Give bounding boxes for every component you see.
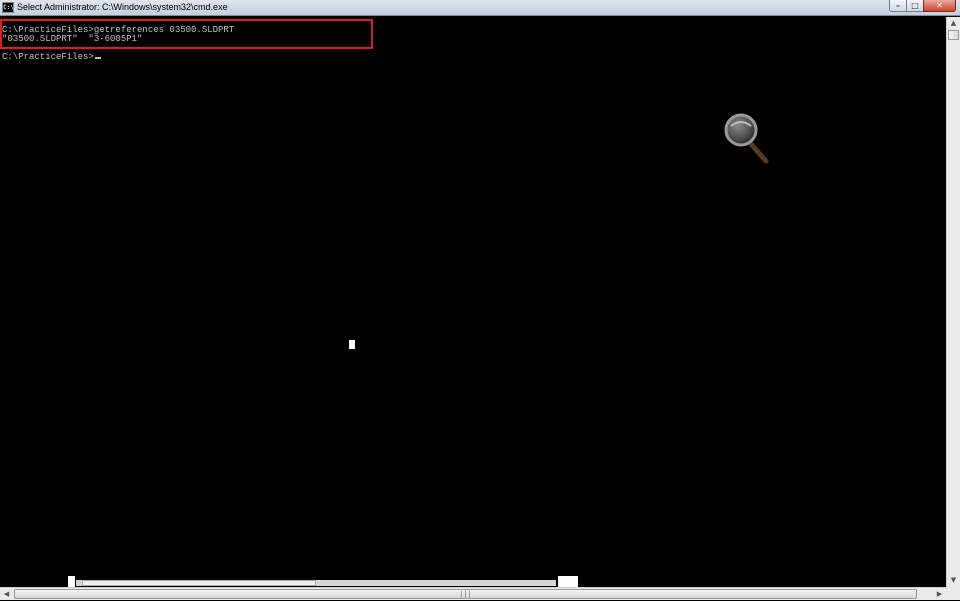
overlay-scroll-right-cap: [558, 576, 578, 587]
maximize-button[interactable]: □: [906, 0, 924, 12]
minimize-button[interactable]: –: [889, 0, 907, 12]
overlay-scroll-left-cap: [68, 576, 75, 587]
vertical-scroll-thumb[interactable]: [948, 30, 959, 40]
magnifier-icon: [724, 113, 769, 164]
scroll-grip-icon: |||: [459, 590, 472, 598]
console-line-result: "03500.SLDPRT" "3-6005P1": [2, 34, 143, 44]
console-output-area[interactable]: C:\PracticeFiles>getreferences 03500.SLD…: [0, 17, 946, 587]
scroll-left-arrow-icon[interactable]: ◀: [0, 588, 13, 601]
scroll-down-arrow-icon[interactable]: ▼: [947, 574, 960, 587]
scroll-up-arrow-icon[interactable]: ▲: [947, 17, 960, 30]
overlay-scrollbar-artifact: [68, 576, 578, 587]
horizontal-scrollbar[interactable]: ◀ ||| ▶: [0, 587, 946, 600]
window-title: Select Administrator: C:\Windows\system3…: [17, 2, 228, 12]
title-bar[interactable]: C:\ Select Administrator: C:\Windows\sys…: [0, 0, 960, 16]
mouse-pointer-block: [349, 340, 355, 349]
scroll-right-arrow-icon[interactable]: ▶: [933, 588, 946, 601]
horizontal-scroll-thumb[interactable]: |||: [14, 589, 917, 599]
overlay-scroll-thumb: [82, 580, 316, 586]
scrollbar-corner: [946, 587, 960, 600]
close-button[interactable]: ✕: [923, 0, 956, 12]
console-app-icon[interactable]: C:\: [2, 2, 14, 13]
prompt-text: C:\PracticeFiles>: [2, 52, 94, 62]
text-cursor: [94, 57, 101, 59]
console-line-prompt: C:\PracticeFiles>: [2, 52, 101, 62]
vertical-scrollbar[interactable]: ▲ ▼: [946, 17, 960, 587]
